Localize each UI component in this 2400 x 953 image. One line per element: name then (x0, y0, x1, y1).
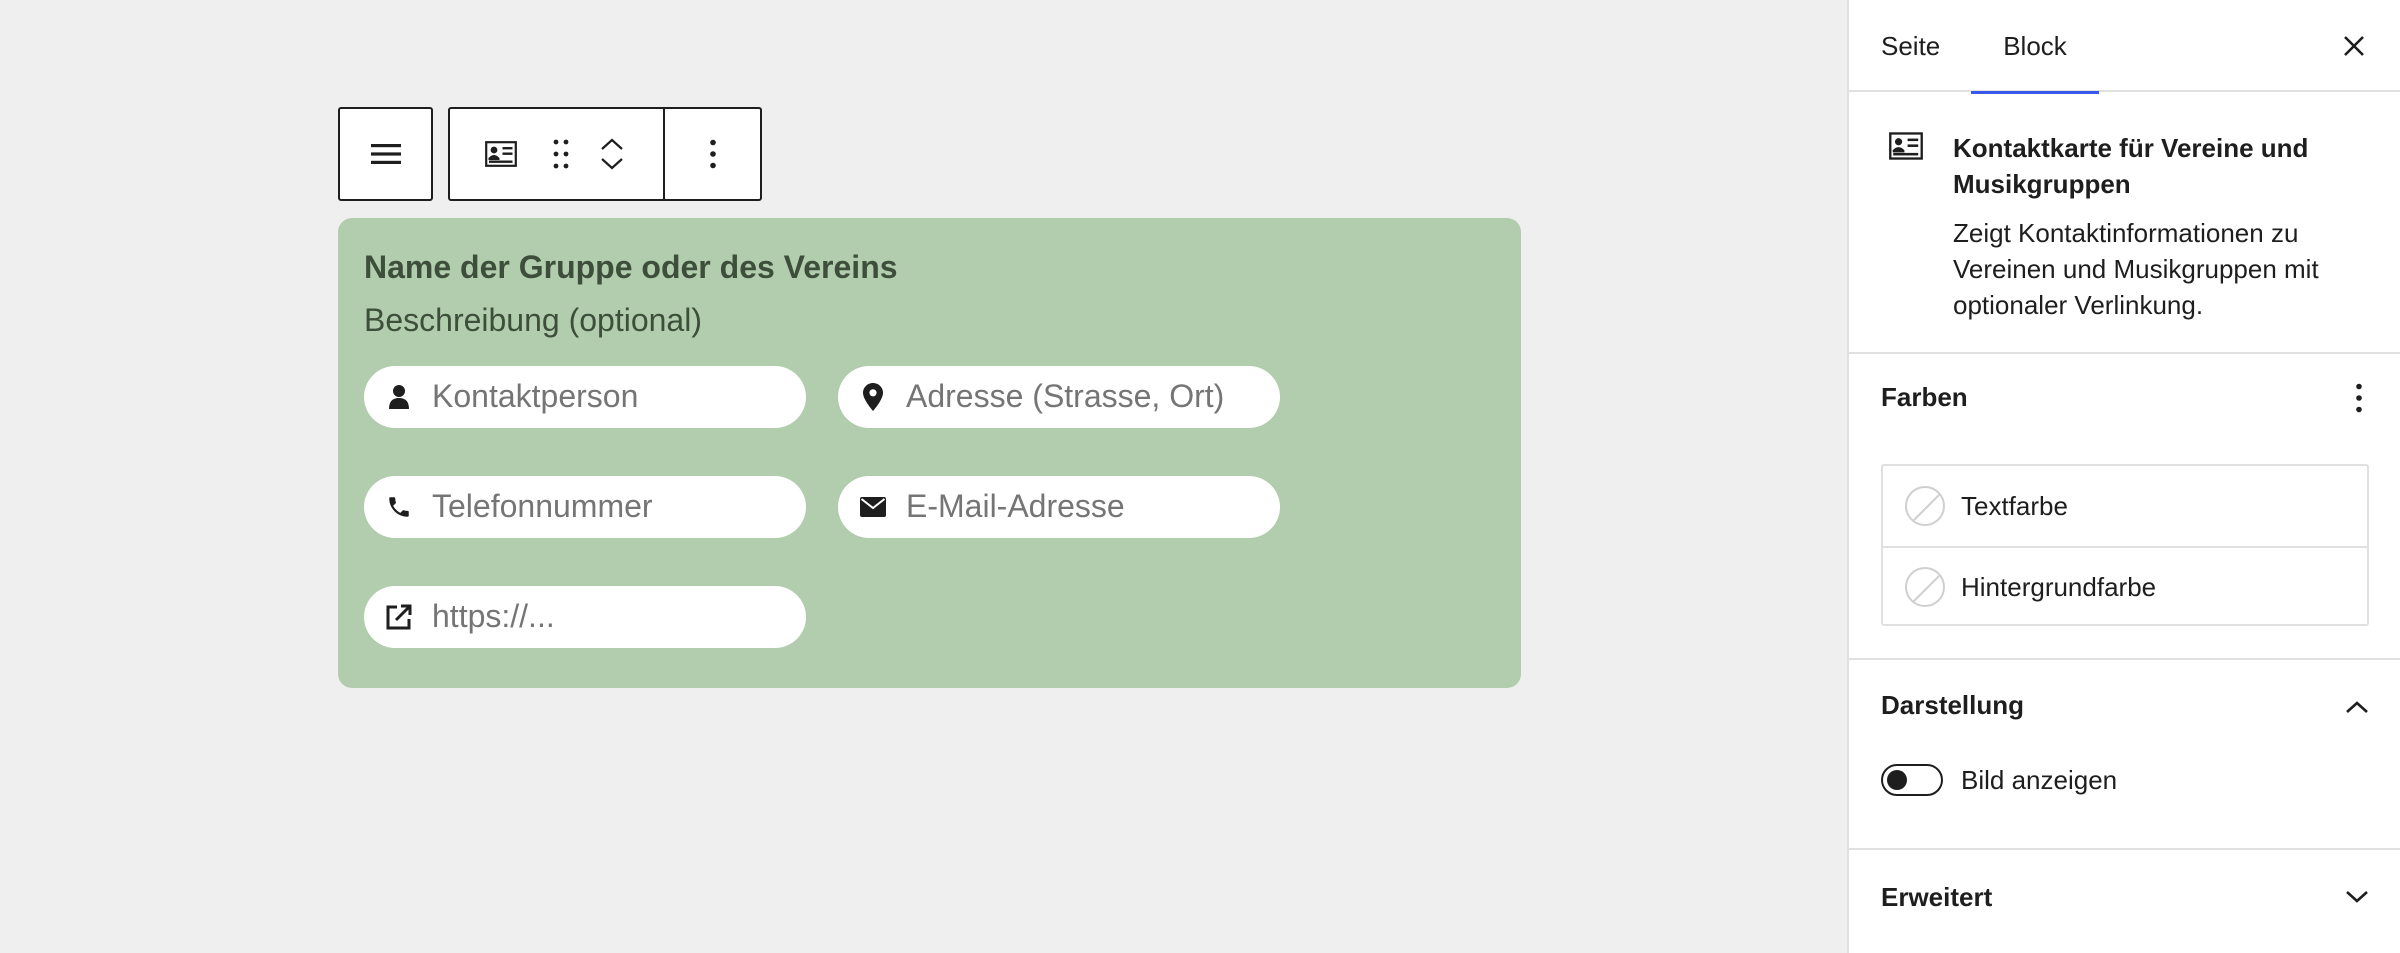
bild-anzeigen-label: Bild anzeigen (1961, 764, 2118, 795)
email-field[interactable]: E-Mail-Adresse (838, 475, 1280, 538)
darstellung-heading[interactable]: Darstellung (1881, 690, 2024, 721)
chevron-down-icon (601, 158, 623, 170)
more-vertical-icon (709, 139, 717, 169)
hintergrundfarbe-label: Hintergrundfarbe (1961, 571, 2157, 602)
location-pin-icon (858, 382, 888, 412)
color-settings-list: Textfarbe Hintergrundfarbe (1881, 464, 2369, 626)
phone-field[interactable]: Telefonnummer (364, 475, 806, 538)
contact-person-field[interactable]: Kontaktperson (364, 365, 806, 428)
address-field[interactable]: Adresse (Strasse, Ort) (838, 365, 1280, 428)
erweitert-toggle-button[interactable] (2342, 882, 2372, 912)
block-card-description: Zeigt Kontaktinformationen zu Vereinen u… (1953, 218, 2319, 320)
select-parent-block-button[interactable] (338, 107, 433, 201)
hintergrundfarbe-item[interactable]: Hintergrundfarbe (1883, 546, 2367, 626)
empty-swatch-icon (1905, 567, 1945, 607)
contact-card-icon (1889, 132, 1923, 165)
erweitert-heading[interactable]: Erweitert (1881, 882, 1992, 913)
chevron-up-icon (601, 138, 623, 150)
external-link-icon (384, 602, 414, 632)
block-toolbar-controls (450, 109, 665, 199)
move-down-button[interactable] (600, 157, 624, 171)
drag-handle-icon[interactable] (540, 133, 582, 175)
contact-card-icon[interactable] (480, 133, 522, 175)
more-vertical-icon (2356, 383, 2362, 413)
editor-canvas: Name der Gruppe oder des Vereins Beschre… (0, 0, 1846, 953)
close-icon (2344, 36, 2364, 56)
textfarbe-label: Textfarbe (1961, 490, 2068, 521)
block-description[interactable]: Beschreibung (optional) (364, 301, 1495, 339)
close-sidebar-button[interactable] (2336, 28, 2372, 64)
address-placeholder: Adresse (Strasse, Ort) (906, 378, 1225, 415)
chevron-up-icon (2346, 701, 2368, 713)
block-card: Kontaktkarte für Vereine und Musikgruppe… (1849, 92, 2400, 354)
email-placeholder: E-Mail-Adresse (906, 488, 1125, 525)
darstellung-panel: Darstellung Bild anzeigen (1849, 660, 2400, 850)
empty-swatch-icon (1905, 486, 1945, 526)
phone-icon (384, 492, 414, 522)
farben-options-button[interactable] (2344, 380, 2374, 416)
block-options-button[interactable] (665, 109, 760, 199)
tab-seite[interactable]: Seite (1881, 0, 1940, 92)
envelope-icon (858, 492, 888, 522)
block-toolbar (448, 107, 762, 201)
contact-person-placeholder: Kontaktperson (432, 378, 639, 415)
block-title[interactable]: Name der Gruppe oder des Vereins (364, 248, 1495, 286)
farben-heading: Farben (1881, 382, 1968, 412)
bild-anzeigen-toggle[interactable] (1881, 764, 1943, 796)
person-icon (384, 382, 414, 412)
website-placeholder: https://... (432, 598, 555, 635)
farben-panel: Farben Textfarbe Hintergrundfarbe (1849, 354, 2400, 660)
block-card-title: Kontaktkarte für Vereine und Musikgruppe… (1953, 133, 2309, 199)
phone-placeholder: Telefonnummer (432, 488, 653, 525)
bild-anzeigen-row: Bild anzeigen (1881, 764, 2117, 796)
textfarbe-item[interactable]: Textfarbe (1883, 466, 2367, 546)
contact-card-block[interactable]: Name der Gruppe oder des Vereins Beschre… (338, 218, 1521, 688)
list-view-icon (370, 142, 401, 166)
chevron-down-icon (2346, 891, 2368, 903)
settings-sidebar: Seite Block Kontaktkarte für Vereine und… (1847, 0, 2400, 953)
erweitert-panel: Erweitert (1849, 850, 2400, 950)
move-controls (600, 137, 624, 171)
tab-block[interactable]: Block (1971, 0, 2099, 94)
sidebar-tabs: Seite Block (1849, 0, 2400, 94)
darstellung-toggle-button[interactable] (2342, 692, 2372, 722)
move-up-button[interactable] (600, 137, 624, 151)
website-field[interactable]: https://... (364, 585, 806, 648)
